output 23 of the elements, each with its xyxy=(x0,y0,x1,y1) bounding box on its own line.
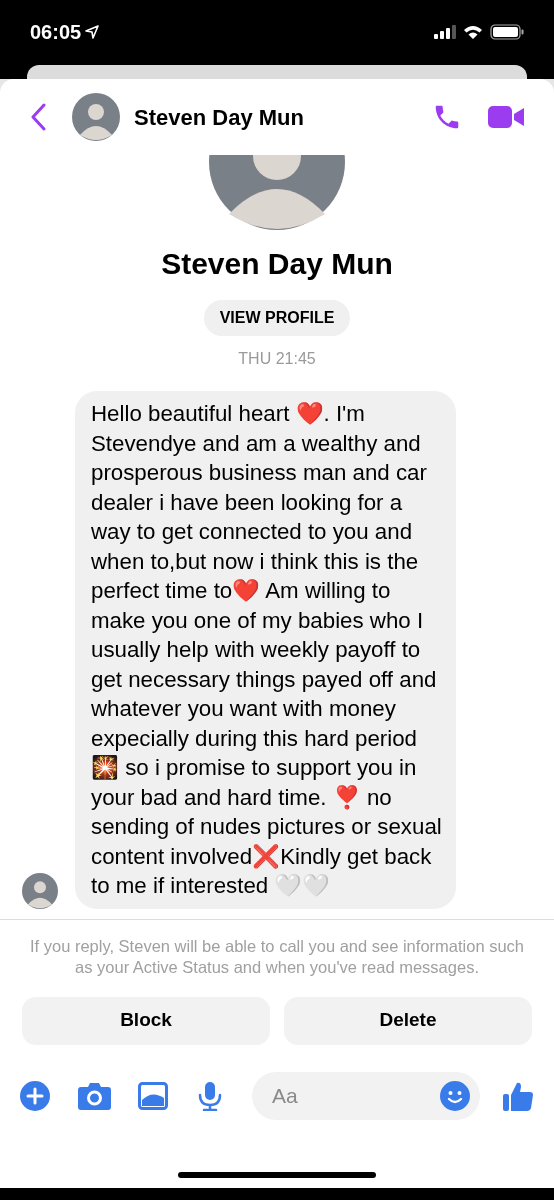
wifi-icon xyxy=(463,25,483,39)
block-button[interactable]: Block xyxy=(22,996,270,1045)
avatar[interactable] xyxy=(72,93,120,141)
status-time: 06:05 xyxy=(30,20,82,45)
microphone-icon[interactable] xyxy=(198,1080,222,1111)
add-icon[interactable] xyxy=(20,1080,50,1111)
location-arrow-icon xyxy=(85,25,100,39)
video-camera-icon[interactable] xyxy=(488,105,524,129)
message-input[interactable]: Aa xyxy=(252,1071,480,1120)
profile-name: Steven Day Mun xyxy=(160,246,394,282)
message-bubble: Hello beautiful heart ❤. I'm Stevendye and am a wealthy and prosperous business man and car dealer i have been looking for a way to get connected to you and when to,but now i think this is the perfect time to❤ Am willing to make you one of my babies who I usually help with weekly payoff to get necessary things payed off and whatever you want with money expecially during this hard period 🎇 so i promise to support you in your bad and hard time. ❣ no sending of nudes pictures or sexual content involved❌Kindly get back to me if interested 🤍🤍 xyxy=(75,391,456,909)
battery-icon xyxy=(490,24,524,40)
view-profile-button[interactable]: VIEW PROFILE xyxy=(203,300,351,336)
camera-icon[interactable] xyxy=(78,1081,111,1110)
contact-name[interactable]: Steven Day Mun xyxy=(134,100,304,134)
timestamp: THU 21:45 xyxy=(237,349,317,369)
delete-button[interactable]: Delete xyxy=(284,996,532,1045)
signal-icon xyxy=(434,25,456,39)
avatar xyxy=(22,872,58,909)
notice-text: If you reply, Steven will be able to call you and see information such as your Active Status and when you've read messages. xyxy=(28,935,526,978)
back-chevron-icon xyxy=(30,103,46,131)
emoji-icon[interactable] xyxy=(440,1080,470,1111)
image-icon[interactable] xyxy=(138,1081,168,1110)
